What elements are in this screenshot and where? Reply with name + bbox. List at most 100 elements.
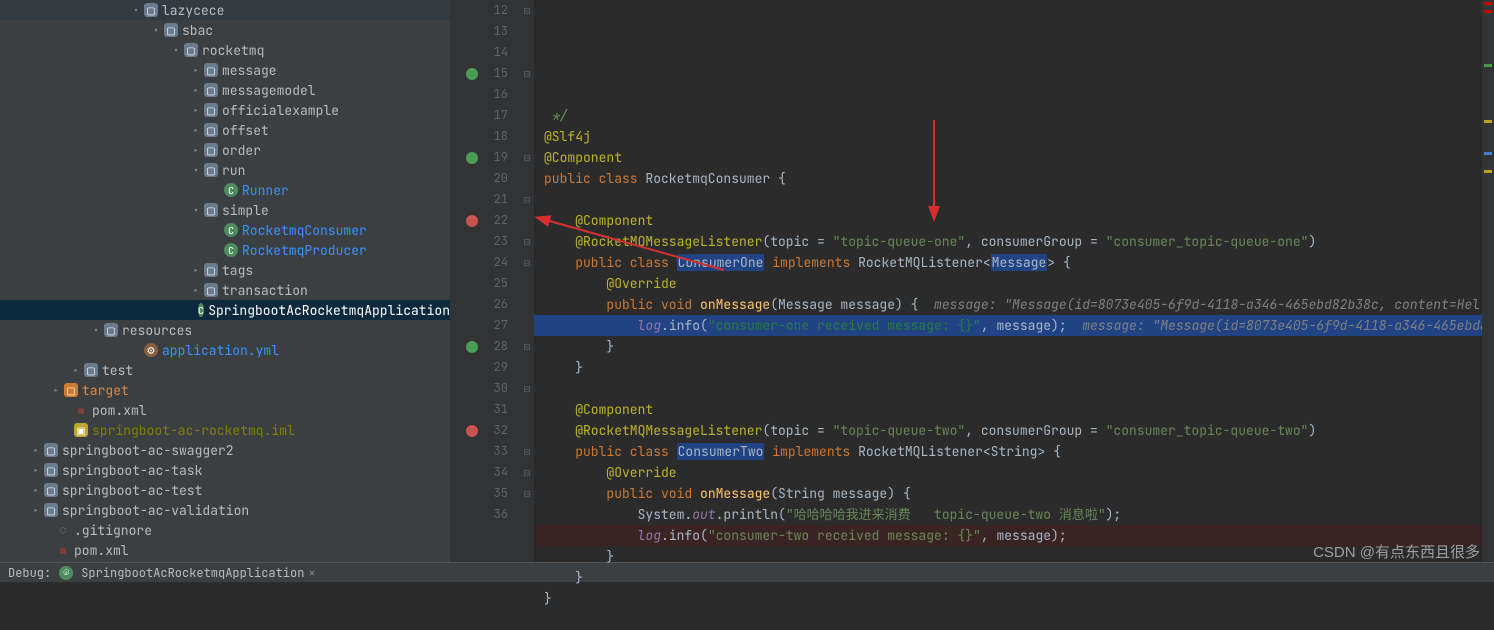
fold-handle[interactable]: ⊟ (520, 462, 534, 483)
tree-item-application-yml[interactable]: ⚙application.yml (0, 340, 450, 360)
editor-gutter[interactable]: 1213141516171819202122232425262728293031… (450, 0, 520, 562)
gutter-line[interactable]: 32 (450, 420, 514, 441)
gutter-line[interactable]: 28 (450, 336, 514, 357)
tree-item-pom-xml[interactable]: mpom.xml (0, 540, 450, 560)
stripe-marker[interactable] (1484, 152, 1492, 155)
tree-item-resources[interactable]: ▾▢resources (0, 320, 450, 340)
tree-item-test[interactable]: ▸▢test (0, 360, 450, 380)
code-line[interactable]: log.info("consumer-one received message:… (534, 315, 1494, 336)
stripe-marker[interactable] (1484, 64, 1492, 67)
gutter-line[interactable]: 36 (450, 504, 514, 525)
code-line[interactable]: System.out.println("哈哈哈哈我进来消费 topic-queu… (534, 504, 1494, 525)
code-line[interactable]: @Slf4j (534, 126, 1494, 147)
chevron-icon[interactable]: ▾ (190, 164, 202, 177)
fold-column[interactable]: ⊟⊟⊟⊟⊟⊟⊟⊟⊟⊟⊟ (520, 0, 534, 562)
code-line[interactable]: @Component (534, 147, 1494, 168)
gutter-line[interactable]: 14 (450, 42, 514, 63)
code-line[interactable]: @RocketMQMessageListener(topic = "topic-… (534, 231, 1494, 252)
code-line[interactable] (534, 609, 1494, 630)
gutter-line[interactable]: 20 (450, 168, 514, 189)
fold-handle[interactable]: ⊟ (520, 63, 534, 84)
gutter-line[interactable]: 17 (450, 105, 514, 126)
tree-item-lazycece[interactable]: ▾▢lazycece (0, 0, 450, 20)
tree-item-transaction[interactable]: ▸▢transaction (0, 280, 450, 300)
run-gutter-icon[interactable] (466, 152, 478, 164)
gutter-line[interactable]: 18 (450, 126, 514, 147)
gutter-line[interactable]: 27 (450, 315, 514, 336)
gutter-line[interactable]: 34 (450, 462, 514, 483)
gutter-line[interactable]: 29 (450, 357, 514, 378)
code-line[interactable]: public class RocketmqConsumer { (534, 168, 1494, 189)
gutter-line[interactable]: 16 (450, 84, 514, 105)
gutter-line[interactable]: 12 (450, 0, 514, 21)
tree-item-officialexample[interactable]: ▸▢officialexample (0, 100, 450, 120)
gutter-line[interactable]: 21 (450, 189, 514, 210)
run-gutter-icon[interactable] (466, 341, 478, 353)
fold-handle[interactable]: ⊟ (520, 378, 534, 399)
code-line[interactable]: } (534, 588, 1494, 609)
tree-item-springboot-ac-task[interactable]: ▸▢springboot-ac-task (0, 460, 450, 480)
chevron-icon[interactable]: ▸ (50, 384, 62, 397)
code-line[interactable] (534, 189, 1494, 210)
gutter-line[interactable]: 35 (450, 483, 514, 504)
gutter-line[interactable]: 23 (450, 231, 514, 252)
code-line[interactable]: public class ConsumerOne implements Rock… (534, 252, 1494, 273)
code-line[interactable]: public void onMessage(String message) { (534, 483, 1494, 504)
tree-item-messagemodel[interactable]: ▸▢messagemodel (0, 80, 450, 100)
gutter-line[interactable]: 15 (450, 63, 514, 84)
code-line[interactable]: public class ConsumerTwo implements Rock… (534, 441, 1494, 462)
tree-item-readme-md[interactable]: ▤README.md (0, 560, 450, 562)
tree-item-rocketmqproducer[interactable]: CRocketmqProducer (0, 240, 450, 260)
fold-handle[interactable]: ⊟ (520, 252, 534, 273)
tree-item-offset[interactable]: ▸▢offset (0, 120, 450, 140)
fold-handle[interactable]: ⊟ (520, 189, 534, 210)
code-line[interactable]: */ (534, 105, 1494, 126)
gutter-line[interactable]: 31 (450, 399, 514, 420)
tree-item-sbac[interactable]: ▾▢sbac (0, 20, 450, 40)
gutter-line[interactable]: 25 (450, 273, 514, 294)
code-line[interactable]: public void onMessage(Message message) {… (534, 294, 1494, 315)
chevron-icon[interactable]: ▸ (190, 84, 202, 97)
tree-item-target[interactable]: ▸▢target (0, 380, 450, 400)
stripe-marker[interactable] (1484, 10, 1492, 13)
chevron-icon[interactable]: ▸ (190, 124, 202, 137)
breakpoint-icon[interactable] (466, 425, 478, 437)
code-line[interactable]: @Override (534, 273, 1494, 294)
tree-item-springboot-ac-validation[interactable]: ▸▢springboot-ac-validation (0, 500, 450, 520)
chevron-icon[interactable]: ▾ (150, 24, 162, 37)
tree-item-message[interactable]: ▸▢message (0, 60, 450, 80)
fold-handle[interactable]: ⊟ (520, 0, 534, 21)
code-line[interactable]: } (534, 567, 1494, 588)
tree-item-order[interactable]: ▸▢order (0, 140, 450, 160)
stripe-marker[interactable] (1484, 170, 1492, 173)
tree-item-springboot-ac-rocketmq-iml[interactable]: ▣springboot-ac-rocketmq.iml (0, 420, 450, 440)
code-line[interactable]: @Component (534, 399, 1494, 420)
fold-handle[interactable]: ⊟ (520, 336, 534, 357)
chevron-icon[interactable]: ▾ (130, 4, 142, 17)
chevron-icon[interactable]: ▸ (30, 504, 42, 517)
chevron-icon[interactable]: ▸ (190, 104, 202, 117)
code-line[interactable]: } (534, 336, 1494, 357)
chevron-icon[interactable]: ▾ (170, 44, 182, 57)
tree-item-run[interactable]: ▾▢run (0, 160, 450, 180)
tree-item-springboot-ac-swagger2[interactable]: ▸▢springboot-ac-swagger2 (0, 440, 450, 460)
tree-item-springboot-ac-test[interactable]: ▸▢springboot-ac-test (0, 480, 450, 500)
gutter-line[interactable]: 26 (450, 294, 514, 315)
scroll-stripe[interactable] (1482, 0, 1494, 562)
tree-item-simple[interactable]: ▾▢simple (0, 200, 450, 220)
tree-item-pom-xml[interactable]: mpom.xml (0, 400, 450, 420)
chevron-icon[interactable]: ▸ (190, 144, 202, 157)
chevron-icon[interactable]: ▸ (30, 444, 42, 457)
gutter-line[interactable]: 24 (450, 252, 514, 273)
chevron-icon[interactable]: ▾ (190, 204, 202, 217)
chevron-icon[interactable]: ▸ (70, 364, 82, 377)
code-line[interactable] (534, 378, 1494, 399)
code-line[interactable]: @Component (534, 210, 1494, 231)
code-area[interactable]: */@Slf4j@Componentpublic class RocketmqC… (534, 0, 1494, 562)
fold-handle[interactable]: ⊟ (520, 147, 534, 168)
gutter-line[interactable]: 19 (450, 147, 514, 168)
code-line[interactable]: @RocketMQMessageListener(topic = "topic-… (534, 420, 1494, 441)
close-icon[interactable]: × (308, 565, 315, 581)
code-line[interactable]: @Override (534, 462, 1494, 483)
tree-item-springbootacrocketmqapplication[interactable]: CSpringbootAcRocketmqApplication (0, 300, 450, 320)
